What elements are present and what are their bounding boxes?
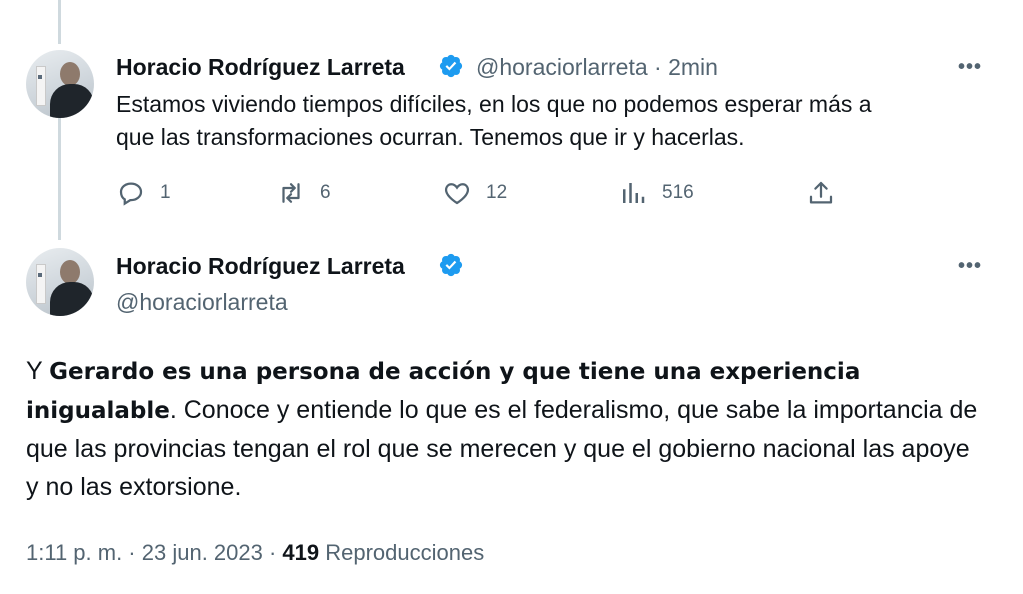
like-button[interactable]: 12 bbox=[442, 178, 507, 208]
share-icon bbox=[809, 181, 833, 204]
author-handle[interactable]: @horaciorlarreta bbox=[116, 289, 288, 316]
reply-icon bbox=[119, 182, 143, 206]
views-count: 419 bbox=[282, 540, 320, 565]
views-count: 516 bbox=[662, 182, 694, 203]
views-label: Reproducciones bbox=[319, 540, 485, 565]
tweet-text-prefix: Y bbox=[26, 357, 50, 385]
views-button[interactable]: 516 bbox=[618, 178, 694, 208]
like-count: 12 bbox=[486, 182, 508, 203]
thread-connector bbox=[58, 118, 61, 240]
tweet-text: Estamos viviendo tiempos difíciles, en l… bbox=[116, 88, 996, 154]
reply-count: 1 bbox=[160, 182, 171, 203]
main-tweet-text: Y Gerardo es una persona de acción y que… bbox=[26, 352, 986, 506]
author-avatar[interactable] bbox=[26, 248, 94, 316]
thread-connector-top bbox=[58, 0, 61, 44]
author-name[interactable]: Horacio Rodríguez Larreta bbox=[116, 54, 405, 81]
author-name[interactable]: Horacio Rodríguez Larreta bbox=[116, 253, 405, 280]
verified-badge-icon bbox=[439, 253, 463, 277]
retweet-button[interactable]: 6 bbox=[276, 178, 331, 208]
analytics-icon bbox=[623, 183, 645, 203]
more-options-icon[interactable]: ••• bbox=[958, 255, 982, 278]
verified-badge-icon bbox=[439, 54, 463, 78]
reply-button[interactable]: 1 bbox=[116, 178, 171, 208]
tweet-text-line: Estamos viviendo tiempos difíciles, en l… bbox=[116, 91, 872, 117]
heart-icon bbox=[444, 183, 470, 205]
author-handle-time[interactable]: @horaciorlarreta · 2min bbox=[476, 54, 718, 81]
retweet-icon bbox=[282, 183, 300, 203]
tweet-timestamp[interactable]: 1:11 p. m. · 23 jun. 2023 · bbox=[26, 540, 282, 565]
author-avatar[interactable] bbox=[26, 50, 94, 118]
retweet-count: 6 bbox=[320, 182, 331, 203]
tweet-text-line: que las transformaciones ocurran. Tenemo… bbox=[116, 124, 745, 150]
tweet-metadata: 1:11 p. m. · 23 jun. 2023 · 419 Reproduc… bbox=[26, 540, 484, 566]
share-button[interactable] bbox=[806, 178, 836, 208]
more-options-icon[interactable]: ••• bbox=[958, 56, 982, 79]
